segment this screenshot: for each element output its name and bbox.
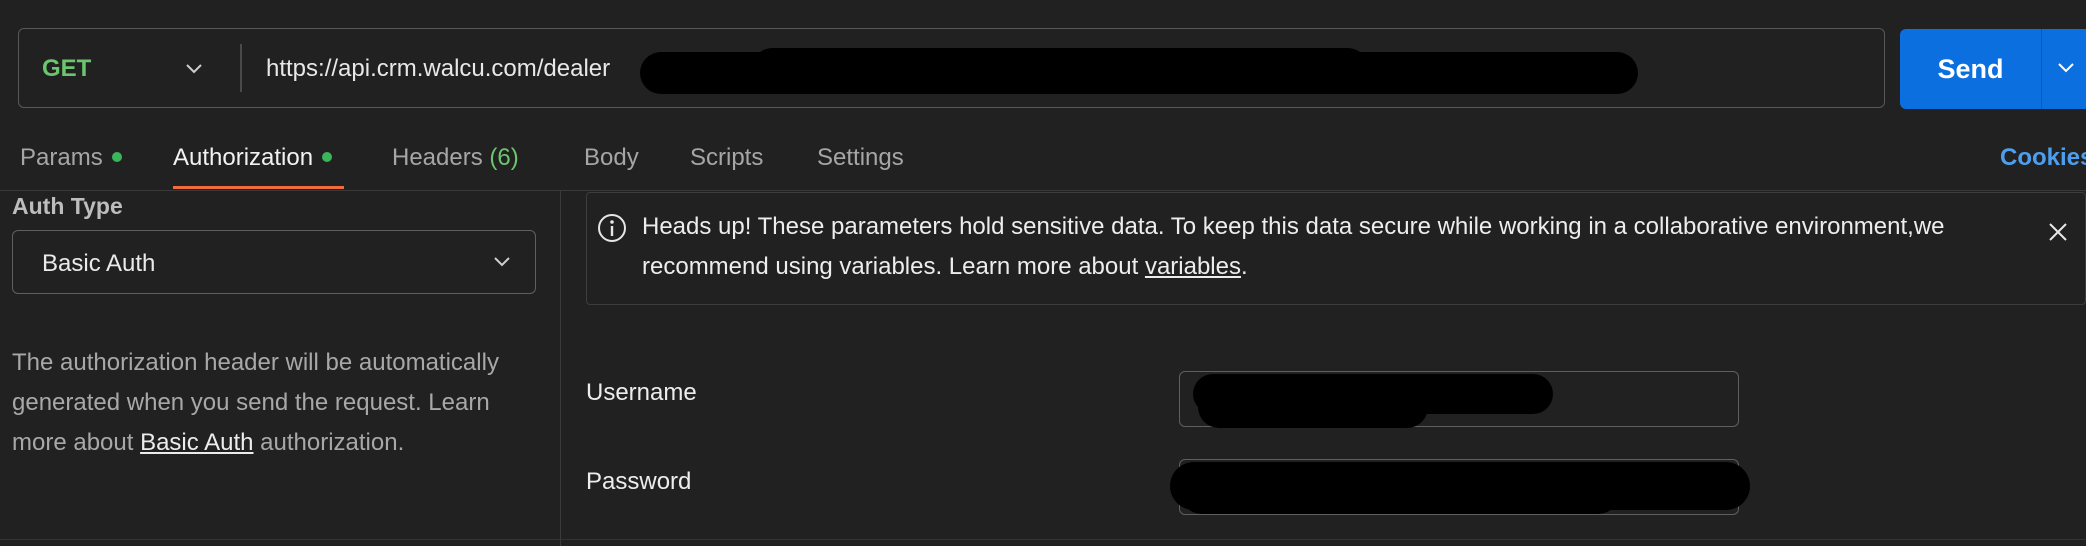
bottom-divider — [0, 539, 2086, 540]
info-icon — [598, 214, 626, 242]
auth-description: The authorization header will be automat… — [12, 349, 499, 456]
url-divider — [240, 44, 242, 92]
close-icon[interactable] — [2044, 218, 2072, 246]
status-dot — [322, 151, 333, 162]
tab-label: Params — [20, 144, 103, 171]
tab-label: Headers — [392, 144, 483, 171]
basic-auth-link[interactable]: Basic Auth — [140, 429, 253, 456]
password-redaction — [1180, 470, 1620, 514]
tab-params[interactable]: Params — [20, 144, 122, 172]
username-label: Username — [586, 379, 697, 406]
auth-type-label: Auth Type — [12, 193, 123, 219]
cookies-link[interactable]: Cookies — [2000, 144, 2086, 172]
tab-scripts[interactable]: Scripts — [690, 144, 763, 172]
tab-settings[interactable]: Settings — [817, 144, 904, 172]
status-dot — [111, 151, 122, 162]
alert-message: Heads up! These parameters hold sensitiv… — [642, 213, 1945, 280]
send-button[interactable]: Send — [1900, 29, 2041, 109]
tab-authorization[interactable]: Authorization — [173, 144, 333, 172]
headers-count: (6) — [489, 144, 519, 171]
chevron-down-icon[interactable] — [183, 58, 205, 80]
chevron-down-icon — [494, 257, 510, 267]
variables-link[interactable]: variables — [1145, 253, 1241, 280]
active-tab-indicator — [173, 186, 344, 189]
tab-headers[interactable]: Headers (6) — [392, 144, 519, 172]
method-select[interactable]: GET — [42, 55, 91, 83]
password-label: Password — [586, 468, 692, 495]
panel-divider — [560, 191, 561, 546]
url-input[interactable]: https://api.crm.walcu.com/dealer — [266, 55, 610, 83]
url-redaction — [750, 48, 1370, 94]
username-redaction — [1198, 386, 1428, 428]
auth-type-value: Basic Auth — [42, 250, 156, 277]
tabs-divider — [0, 190, 2086, 191]
tab-label: Authorization — [173, 144, 314, 171]
chevron-down-icon — [2058, 63, 2074, 73]
tab-body[interactable]: Body — [584, 144, 639, 172]
send-options-button[interactable] — [2041, 29, 2086, 109]
